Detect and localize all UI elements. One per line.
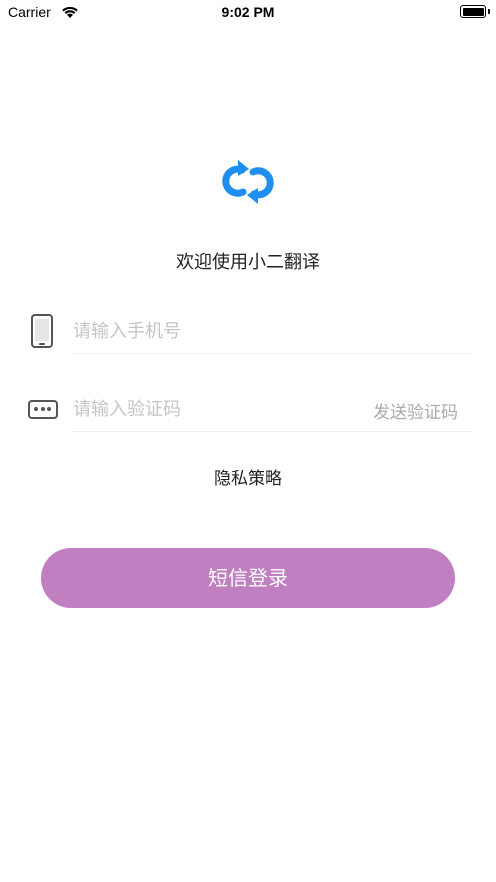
sms-login-button[interactable]: 短信登录	[41, 548, 455, 608]
welcome-title: 欢迎使用小二翻译	[176, 252, 320, 273]
code-row: 发送验证码	[26, 388, 472, 434]
privacy-policy-link[interactable]: 隐私策略	[0, 464, 496, 489]
clock: 9:02 PM	[221, 4, 275, 20]
phone-row	[26, 310, 472, 356]
phone-number-input[interactable]	[72, 310, 472, 354]
send-code-button[interactable]: 发送验证码	[373, 398, 458, 423]
battery-icon	[460, 5, 486, 18]
phone-icon	[31, 314, 53, 348]
battery-tip	[488, 9, 490, 14]
status-bar: Carrier 9:02 PM	[0, 0, 496, 26]
password-dots-icon	[28, 400, 58, 419]
app-logo-icon	[222, 160, 274, 204]
